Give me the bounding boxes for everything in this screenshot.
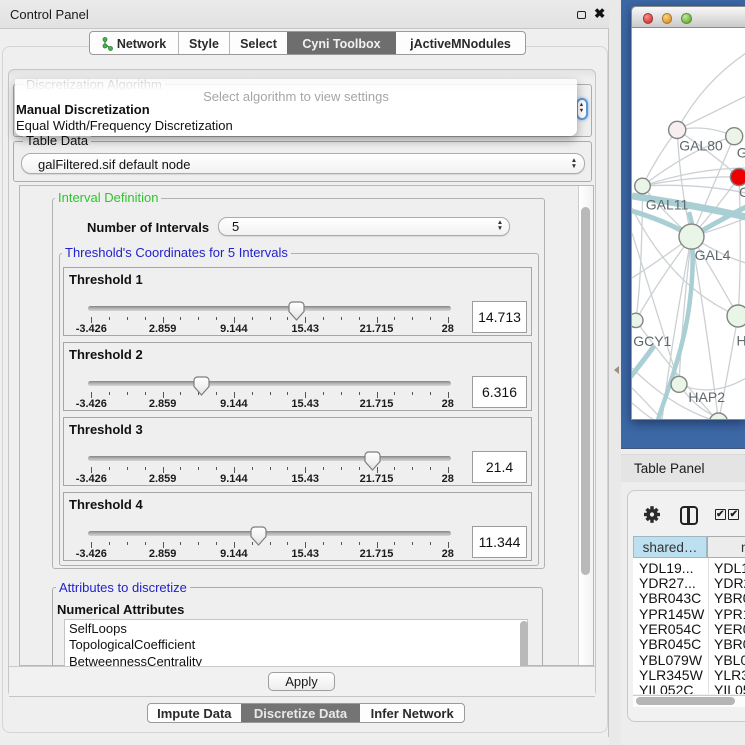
svg-text:CY: CY [739, 184, 745, 200]
svg-text:GCY1: GCY1 [633, 333, 671, 349]
svg-text:GAL80: GAL80 [679, 138, 723, 154]
svg-text:GAL4: GAL4 [695, 247, 731, 263]
svg-text:GAL11: GAL11 [646, 197, 689, 213]
svg-text:HI: HI [737, 333, 745, 349]
svg-text:GA: GA [737, 145, 745, 161]
svg-text:HAP2: HAP2 [688, 389, 725, 405]
